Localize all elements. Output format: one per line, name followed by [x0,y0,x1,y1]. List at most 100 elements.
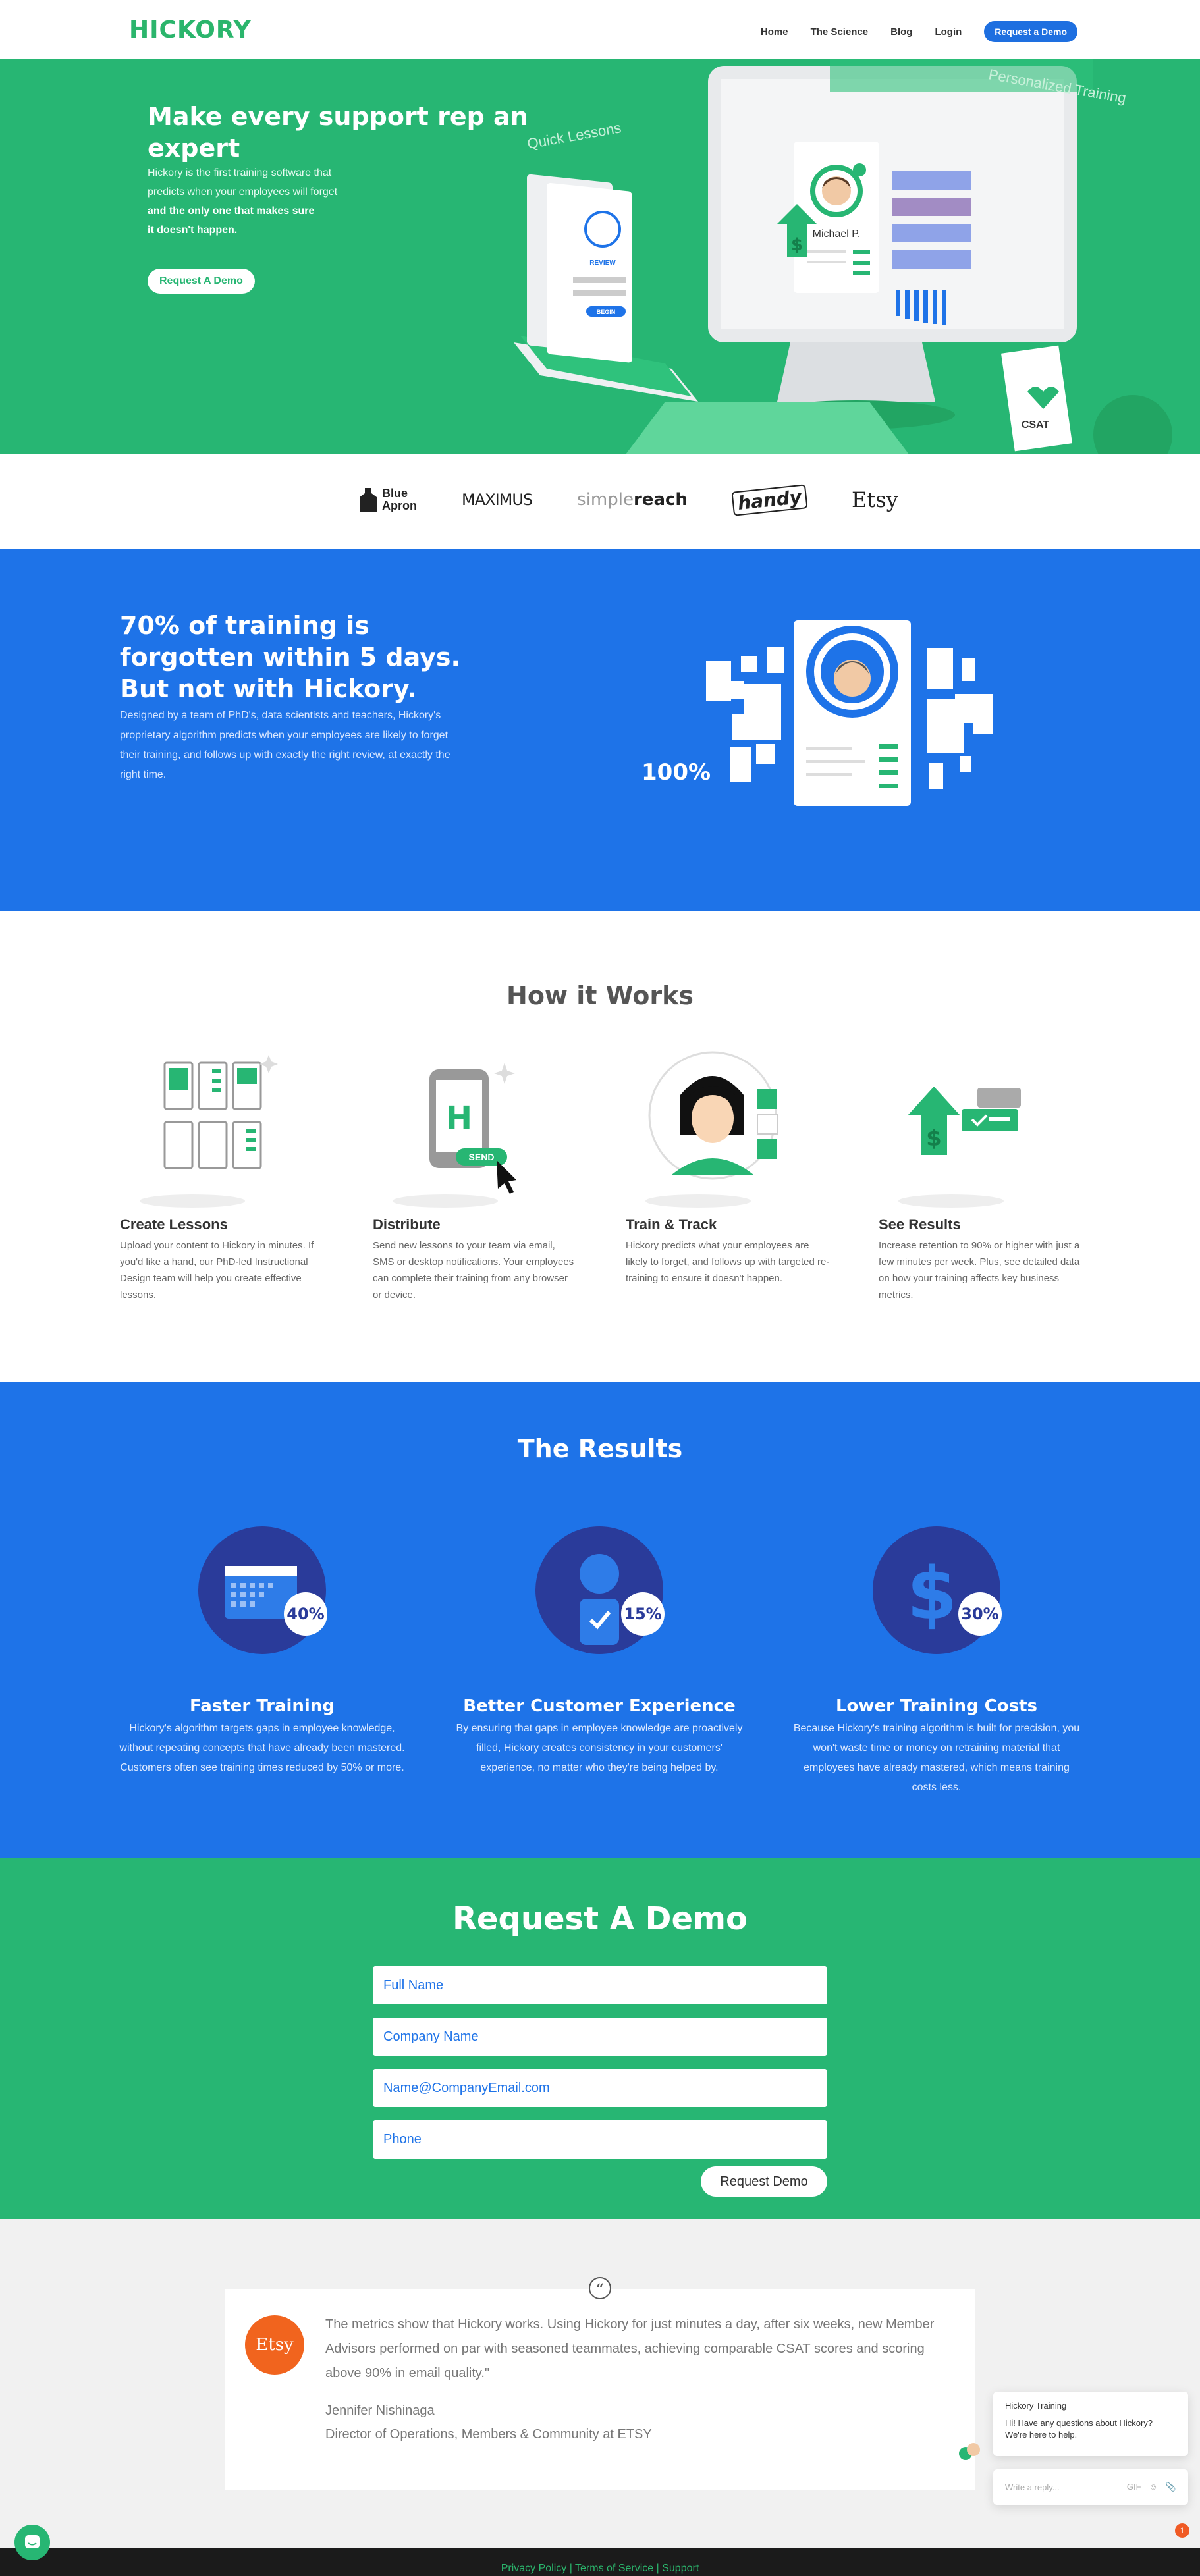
chat-greeting: Hi! Have any questions about Hickory? We… [1005,2418,1153,2440]
nav-link-login[interactable]: Login [935,26,962,38]
hero-art-quick-lessons: Quick Lessons [526,119,622,152]
phone-field[interactable] [373,2120,827,2159]
emoji-icon[interactable]: ☺ [1149,2482,1158,2492]
svg-text:$: $ [907,1551,958,1636]
nav-link-science[interactable]: The Science [811,26,869,38]
simplereach-text-b: reach [633,490,688,510]
retention-illustration: 100% [641,620,993,806]
svg-text:$: $ [791,235,803,255]
chat-reply-input[interactable]: Write a reply... GIF ☺ 📎 [993,2469,1188,2505]
apron-icon [360,488,377,512]
hero-request-demo-button[interactable]: Request A Demo [148,269,255,294]
chat-reply-placeholder: Write a reply... [1005,2482,1060,2492]
company-name-field[interactable] [373,2018,827,2056]
footer-separator: | [653,2563,663,2574]
quote-icon: “ [589,2277,611,2299]
step-title-train: Train & Track [626,1216,717,1233]
full-name-field[interactable] [373,1966,827,2004]
stat-percent-label: 100% [641,759,711,786]
distribute-send-label: SEND [469,1152,495,1162]
email-field[interactable] [373,2069,827,2107]
step-title-distribute: Distribute [373,1216,441,1233]
simplereach-text-a: simple [577,490,634,510]
hero-art-begin: BEGIN [597,309,616,315]
top-nav: HICKORY Home The Science Blog Login Requ… [0,0,1200,59]
step-distribute: H SEND Distribute Send new lessons to yo… [373,1050,584,1303]
result-title-3: Lower Training Costs [835,1696,1038,1716]
results-section: The Results 40% Faster Training Hickory'… [0,1382,1200,1858]
distribute-icon: H SEND [393,1063,516,1208]
terms-link[interactable]: Terms of Service [575,2563,653,2574]
testimonial-quote: The metrics show that Hickory works. Usi… [325,2317,935,2380]
retention-stat-section: 70% of training is forgotten within 5 da… [0,549,1200,911]
handy-logo: handy [731,483,808,516]
testimonial-role: Director of Operations, Members & Commun… [325,2427,652,2442]
step-train-track: Train & Track Hickory predicts what your… [626,1050,836,1287]
blue-apron-text-1: Blue [382,487,408,500]
step-see-results: $ See Results Increase retention to 90% … [879,1050,1089,1303]
step-body-results: Increase retention to 90% or higher with… [879,1240,1080,1301]
hero-art-review: REVIEW [589,259,616,267]
nav-link-blog[interactable]: Blog [890,26,912,38]
svg-text:$: $ [926,1125,942,1152]
chat-message-panel[interactable]: Hickory Training Hi! Have any questions … [993,2392,1188,2456]
hero-line-3: and the only one that makes sure [148,205,315,217]
result-title-2: Better Customer Experience [463,1696,736,1716]
person-circle: 15% [535,1526,665,1654]
footer: Privacy Policy | Terms of Service | Supp… [0,2548,1200,2576]
maximus-logo: MAXIMUS [462,491,533,509]
chat-icon [25,2535,40,2548]
how-title: How it Works [506,981,694,1010]
hero-line-4: it doesn't happen. [148,225,238,236]
create-lessons-icon [140,1055,278,1208]
chat-launcher-button[interactable] [14,2525,50,2560]
calendar-circle: 40% [198,1526,327,1654]
attachment-icon[interactable]: 📎 [1166,2482,1176,2492]
logo-row: Blue Apron MAXIMUS simplereach handy Etsy [360,483,898,516]
hero-art-csat: CSAT [1022,419,1050,431]
hero-description: Hickory is the first training software t… [148,163,398,240]
etsy-avatar: Etsy [245,2315,304,2375]
chat-input-icons: GIF ☺ 📎 [1127,2482,1176,2492]
nav-link-home[interactable]: Home [761,26,788,38]
support-link[interactable]: Support [662,2563,699,2574]
hero-section: Make every support rep an expert Hickory… [0,59,1200,454]
step-body-create: Upload your content to Hickory in minute… [120,1240,314,1301]
blue-apron-logo: Blue Apron [360,487,417,512]
testimonial-card: Etsy The metrics show that Hickory works… [225,2289,975,2490]
request-demo-submit-button[interactable]: Request Demo [701,2166,827,2197]
result-badge-1: 40% [284,1592,327,1636]
gif-icon[interactable]: GIF [1127,2482,1141,2492]
results-title: The Results [517,1434,683,1463]
chat-title: Hickory Training [1005,2401,1067,2411]
simplereach-logo: simplereach [577,490,688,510]
hero-line-2: predicts when your employees will forget [148,186,338,198]
privacy-policy-link[interactable]: Privacy Policy [501,2563,567,2574]
nav-request-demo-button[interactable]: Request a Demo [984,21,1077,42]
step-title-results: See Results [879,1216,961,1233]
customer-logos: Blue Apron MAXIMUS simplereach handy Etsy [0,454,1200,549]
result-body-2: By ensuring that gaps in employee knowle… [456,1723,743,1773]
etsy-logo: Etsy [851,487,898,512]
request-demo-section: Request A Demo Request Demo [0,1858,1200,2219]
result-body-3: Because Hickory's training algorithm is … [793,1723,1080,1793]
distribute-h-letter: H [446,1100,472,1137]
hickory-logo[interactable]: HICKORY [129,16,252,43]
step-title-create: Create Lessons [120,1216,228,1233]
result-customer-experience: 15% Better Customer Experience By ensuri… [454,1526,744,1778]
result-body-1: Hickory's algorithm targets gaps in empl… [119,1723,405,1773]
step-body-distribute: Send new lessons to your team via email,… [373,1240,574,1301]
see-results-icon: $ [898,1087,1021,1208]
result-title-1: Faster Training [190,1696,335,1716]
chat-unread-badge: 1 [1175,2523,1189,2538]
result-badge-2: 15% [621,1592,665,1636]
footer-separator: | [566,2563,576,2574]
how-it-works-section: How it Works Create Lessons Upload your … [0,911,1200,1382]
step-create-lessons: Create Lessons Upload your content to Hi… [120,1050,331,1303]
footer-links: Privacy Policy | Terms of Service | Supp… [0,2563,1200,2575]
step-body-train: Hickory predicts what your employees are… [626,1240,830,1284]
train-track-icon [645,1051,778,1208]
hero-line-1: Hickory is the first training software t… [148,167,332,178]
result-faster-training: 40% Faster Training Hickory's algorithm … [117,1526,407,1778]
stat-body: Designed by a team of PhD's, data scient… [120,710,450,780]
